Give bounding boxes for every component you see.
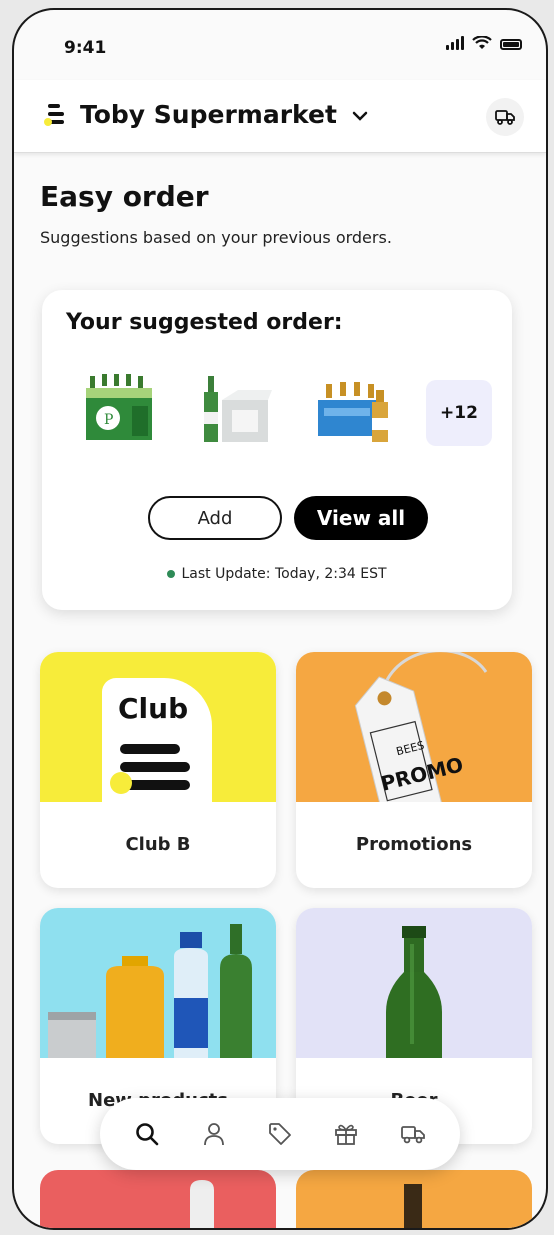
battery-icon [500,39,522,50]
product-thumbnail-blue-crate[interactable] [314,370,394,450]
svg-text:P: P [104,412,113,428]
tile-peek-left[interactable] [40,1170,276,1228]
update-status-dot [167,570,176,578]
last-update: Last Update: Today, 2:34 EST [42,566,512,582]
nav-rewards[interactable] [329,1117,363,1151]
view-all-button[interactable]: View all [294,496,428,540]
truck-button[interactable] [486,98,524,136]
store-selector[interactable]: Toby Supermarket [80,100,368,129]
tile-club-b[interactable]: Club Club B [40,652,276,888]
tile-label: Promotions [355,834,473,855]
profile-icon [203,1123,224,1146]
status-bar: 9:41 [14,10,546,74]
bottom-navigation [100,1098,460,1170]
chevron-down-icon [352,111,367,121]
truck-icon [495,110,515,125]
club-badge-text: Club [118,692,189,725]
nav-promotions[interactable] [263,1117,297,1151]
signal-icon [446,36,464,50]
status-icons [446,36,522,50]
club-b-image: Club [40,652,276,802]
nav-profile[interactable] [197,1117,231,1151]
product-thumbnail-green-sixpack[interactable]: P [82,370,162,450]
page-subtitle: Suggestions based on your previous order… [40,228,392,247]
store-name: Toby Supermarket [80,100,337,129]
product-thumbnail-bottle-box[interactable] [192,370,272,450]
nav-orders[interactable] [396,1117,430,1151]
new-products-image [40,908,276,1058]
promotions-image: BEES PROMO [296,652,532,802]
gift-icon [335,1124,358,1145]
nav-search[interactable] [130,1117,164,1151]
card-title: Your suggested order: [66,310,343,335]
wifi-icon [472,36,492,49]
add-button[interactable]: Add [148,496,282,540]
tag-icon [269,1123,291,1145]
page-title: Easy order [40,180,209,213]
suggested-order-card: Your suggested order: P +12 Add View all… [42,290,512,610]
more-products-badge[interactable]: +12 [426,380,492,446]
bees-logo-icon [44,104,64,126]
last-update-text: Last Update: Today, 2:34 EST [181,566,387,582]
tile-peek-right[interactable] [296,1170,532,1228]
search-icon [136,1123,159,1146]
status-time: 9:41 [64,38,107,58]
truck-icon [400,1126,425,1144]
beer-image [296,908,532,1058]
phone-frame: 9:41 Toby Supermarket Easy order Suggest… [12,8,548,1230]
tile-promotions[interactable]: BEES PROMO Promotions [296,652,532,888]
tile-label: Club B [125,834,191,855]
top-bar: Toby Supermarket [14,80,546,153]
